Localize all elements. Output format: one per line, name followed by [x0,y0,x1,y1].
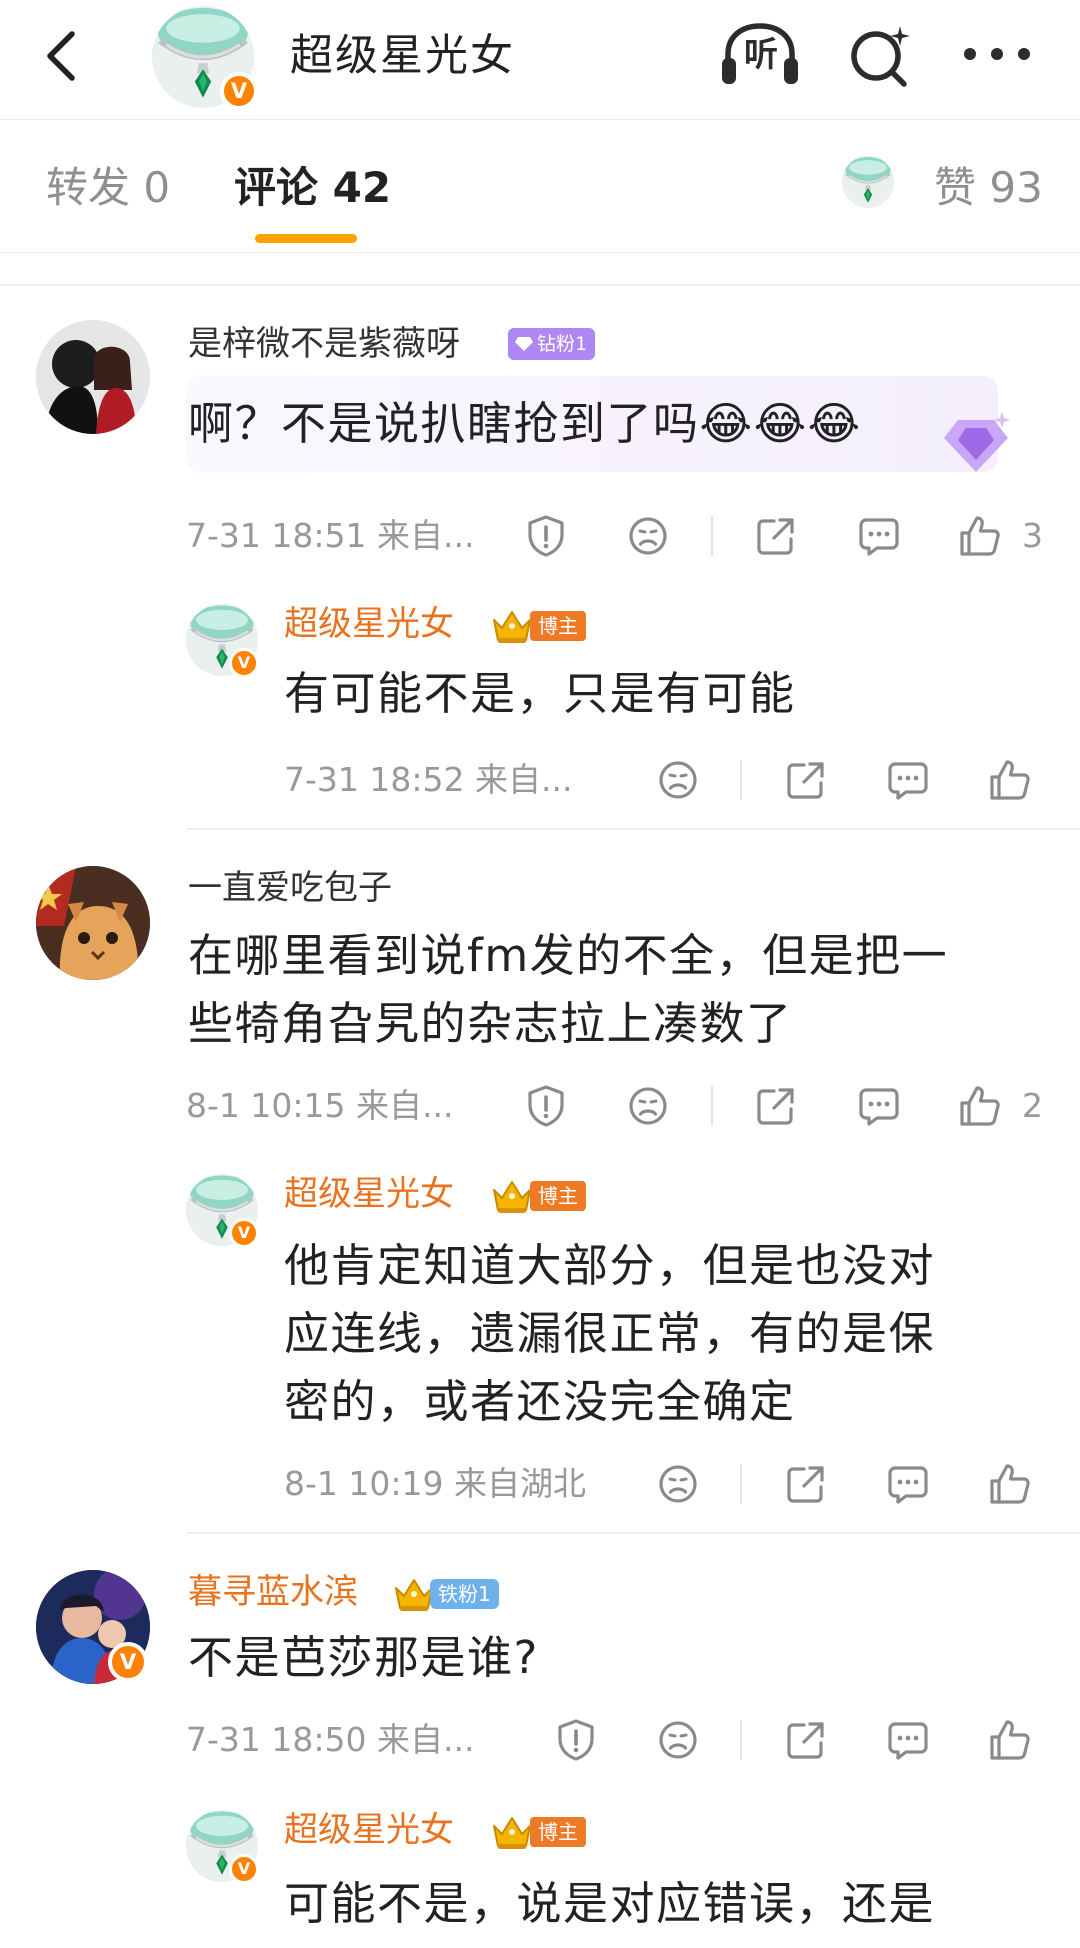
report-icon[interactable] [552,1716,600,1764]
search-button[interactable] [846,22,916,90]
reply-text-line: 他肯定知道大部分，但是也没对 [284,1239,936,1292]
more-options-icon[interactable] [960,36,1034,72]
commenter-avatar[interactable] [36,866,150,980]
active-tab-indicator [255,234,357,243]
blogger-tag: 博主 [530,1817,586,1847]
divider [711,1086,713,1126]
reply-meta: 7-31 18:52 来自... [284,760,573,799]
liker-avatar [842,156,894,208]
like-count: 3 [1022,516,1043,555]
divider [0,284,1080,286]
commenter-name[interactable]: 暮寻蓝水滨 [188,1570,358,1614]
tab-bar: 转发 0 评论 42 赞 93 [0,120,1080,253]
comment-separator [186,1532,1080,1534]
dislike-icon[interactable] [654,1716,702,1764]
dislike-icon[interactable] [654,756,702,804]
like-icon[interactable] [956,1082,1004,1130]
like-icon[interactable] [986,756,1034,804]
crown-icon [493,1181,531,1214]
commenter-name[interactable]: 一直爱吃包子 [188,866,392,910]
listen-button[interactable]: 听 [718,20,802,90]
crown-icon [493,611,531,644]
tab-repost[interactable]: 转发 0 [46,160,170,216]
back-icon[interactable] [38,28,88,84]
like-icon[interactable] [956,512,1004,560]
blogger-badge: 博主 [490,606,586,646]
like-icon[interactable] [986,1460,1034,1508]
dislike-icon[interactable] [624,512,672,560]
reply-text-line: 应连线，遗漏很正常，有的是保 [284,1307,936,1360]
comment-separator [186,828,1080,830]
report-icon[interactable] [522,512,570,560]
divider [740,760,742,800]
diamond-icon [515,337,533,351]
badge-label: 钻粉1 [537,333,588,355]
dislike-icon[interactable] [654,1460,702,1508]
diamond-decoration-icon [944,412,1010,472]
listen-label: 听 [744,35,778,75]
reply-text-line: 密的，或者还没完全确定 [284,1375,796,1428]
reply-icon[interactable] [884,756,932,804]
search-icon [851,26,910,87]
blogger-tag: 博主 [530,1181,586,1211]
reply-icon[interactable] [855,1082,903,1130]
reply-author-name[interactable]: 超级星光女 [284,1172,454,1216]
dislike-icon[interactable] [624,1082,672,1130]
verified-badge-icon: V [229,648,259,678]
like-count: 2 [1022,1086,1043,1125]
tab-comments[interactable]: 评论 42 [234,160,391,216]
divider [711,516,713,556]
comment-text: 不是芭莎那是谁? [188,1631,539,1684]
reply-icon[interactable] [855,512,903,560]
verified-badge-icon: V [220,72,258,110]
comment-text-line: 些犄角旮旯的杂志拉上凑数了 [188,997,793,1050]
verified-badge-icon: V [229,1854,259,1884]
reply-meta: 8-1 10:19 来自湖北 [284,1464,586,1503]
share-icon[interactable] [752,1082,800,1130]
blogger-tag: 博主 [530,611,586,641]
share-icon[interactable] [782,756,830,804]
comment-meta: 7-31 18:51 来自... [186,516,475,555]
blogger-badge: 博主 [490,1812,586,1852]
share-icon[interactable] [782,1460,830,1508]
like-icon[interactable] [986,1716,1034,1764]
divider [740,1720,742,1760]
verified-badge-icon: V [229,1218,259,1248]
commenter-avatar[interactable] [36,320,150,434]
page-title[interactable]: 超级星光女 [290,28,515,84]
reply-icon[interactable] [884,1460,932,1508]
verified-badge-icon: V [108,1642,148,1682]
crown-icon [493,1817,531,1850]
badge-label: 铁粉1 [430,1579,499,1609]
comment-meta: 8-1 10:15 来自... [186,1086,454,1125]
tab-likes[interactable]: 赞 93 [934,160,1043,216]
report-icon[interactable] [522,1082,570,1130]
reply-icon[interactable] [884,1716,932,1764]
commenter-name[interactable]: 是梓微不是紫薇呀 [188,322,460,366]
reply-author-name[interactable]: 超级星光女 [284,1808,454,1852]
share-icon[interactable] [752,512,800,560]
top-bar: V 超级星光女 听 [0,0,1080,120]
comment-text-line: 在哪里看到说fm发的不全，但是把一 [188,929,949,982]
iron-fan-badge: 铁粉1 [392,1574,499,1614]
diamond-fan-badge: 钻粉1 [508,328,596,360]
share-icon[interactable] [782,1716,830,1764]
reply-text: 可能不是，说是对应错误，还是 [284,1877,936,1930]
reply-author-name[interactable]: 超级星光女 [284,602,454,646]
blogger-badge: 博主 [490,1176,586,1216]
divider [740,1464,742,1504]
comment-text: 啊？不是说扒瞎抢到了吗😂😂😂 [188,397,862,450]
reply-text: 有可能不是，只是有可能 [284,667,796,720]
comment-meta: 7-31 18:50 来自... [186,1720,475,1759]
